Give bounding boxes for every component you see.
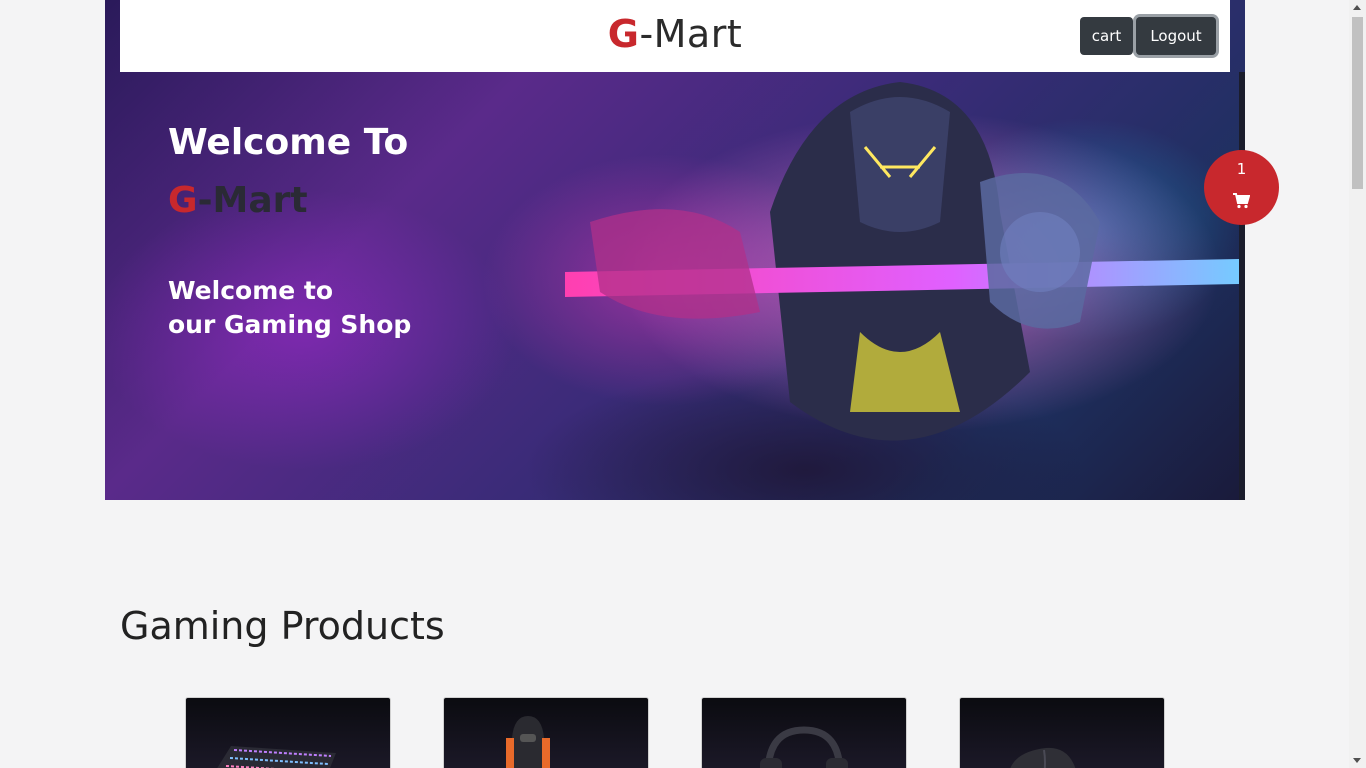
hero-subtitle-line2: our Gaming Shop xyxy=(168,310,412,339)
page-scrollbar[interactable] xyxy=(1349,0,1366,768)
logout-button[interactable]: Logout xyxy=(1136,17,1216,55)
hero-brand-letter: G xyxy=(168,180,198,221)
brand-letter: G xyxy=(607,12,640,56)
gaming-chair-icon xyxy=(506,716,550,768)
hero-robot-image xyxy=(565,82,1245,441)
brand-logo[interactable]: G-Mart xyxy=(120,12,1230,56)
shopping-cart-icon xyxy=(1233,193,1250,209)
hero-brand: G-Mart xyxy=(168,180,308,221)
section-title: Gaming Products xyxy=(120,604,445,648)
scroll-thumb[interactable] xyxy=(1352,17,1363,189)
product-card[interactable] xyxy=(443,697,649,768)
navbar: G-Mart cart Logout xyxy=(120,0,1230,72)
mouse-icon xyxy=(1010,747,1076,768)
brand-name: -Mart xyxy=(639,12,743,56)
cart-count-badge: 1 xyxy=(1236,160,1247,178)
scroll-up-arrow-icon[interactable] xyxy=(1353,5,1361,10)
product-card[interactable] xyxy=(185,697,391,768)
hero-brand-name: -Mart xyxy=(197,180,308,221)
headphones-icon xyxy=(760,726,848,768)
floating-cart-button[interactable]: 1 xyxy=(1204,150,1279,225)
scroll-down-arrow-icon[interactable] xyxy=(1353,758,1361,763)
product-card[interactable] xyxy=(701,697,907,768)
hero-subtitle-line1: Welcome to xyxy=(168,276,334,305)
hero-banner xyxy=(105,0,1245,500)
cart-button[interactable]: cart xyxy=(1080,17,1133,55)
product-card[interactable] xyxy=(959,697,1165,768)
hero-title: Welcome To xyxy=(168,122,409,163)
hero-subtitle: Welcome to our Gaming Shop xyxy=(168,274,411,342)
hero-edge xyxy=(1239,72,1245,500)
keyboard-icon xyxy=(217,746,336,768)
